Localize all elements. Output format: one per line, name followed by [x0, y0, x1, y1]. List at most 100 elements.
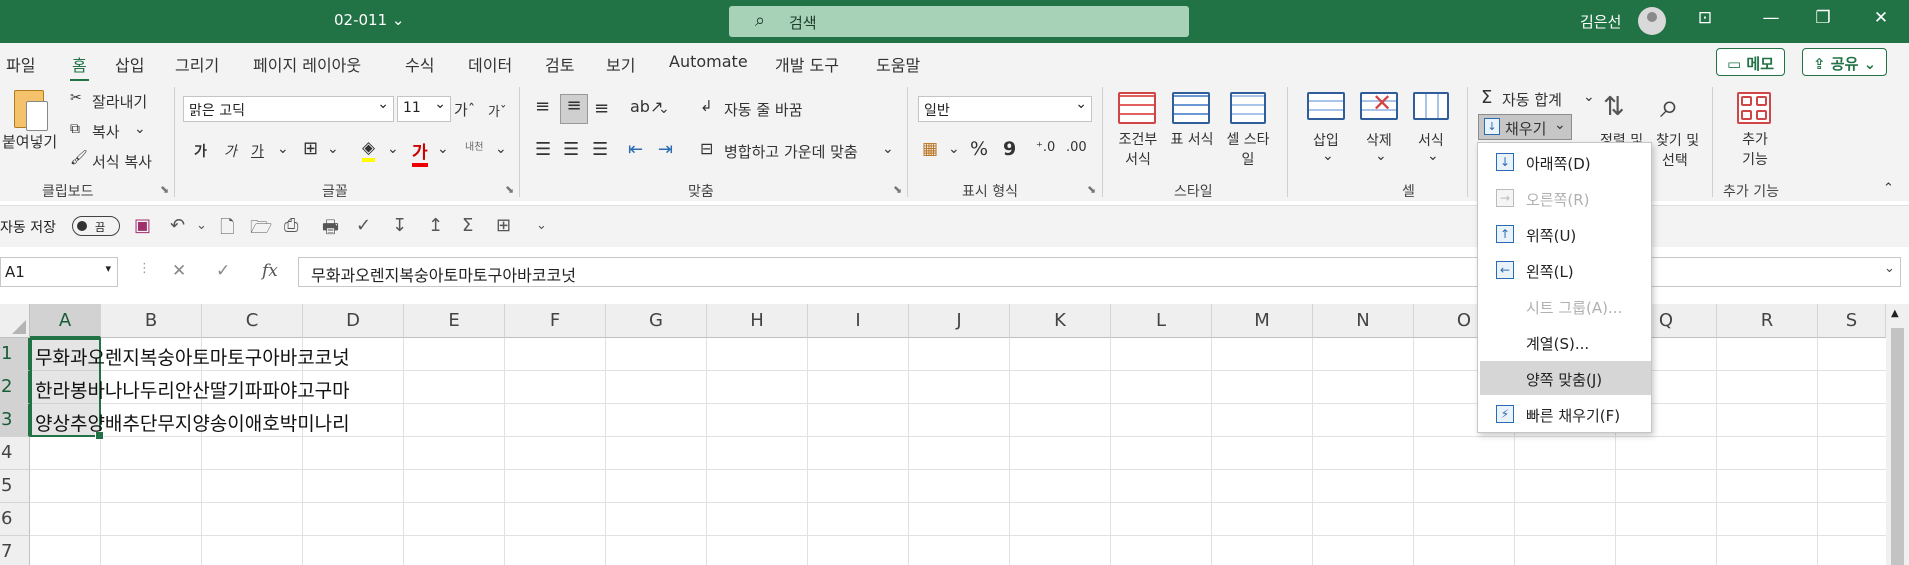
increase-decimal-icon[interactable]: ⁺.0 — [1036, 140, 1055, 155]
phonetic-button[interactable]: 내천 — [465, 138, 483, 153]
column-header-i[interactable]: I — [808, 304, 909, 338]
tab-home[interactable]: 홈 — [70, 52, 89, 82]
user-name[interactable]: 김은선 — [1580, 11, 1621, 32]
copy-icon[interactable]: ⧉ — [70, 121, 80, 137]
chevron-down-icon[interactable]: ⌄ — [1427, 148, 1439, 164]
bold-button[interactable]: 가 — [194, 141, 207, 161]
tab-insert[interactable]: 삽입 — [115, 52, 144, 76]
chevron-down-icon[interactable]: ⌄ — [948, 141, 960, 157]
enter-icon[interactable]: ✓ — [216, 261, 230, 281]
border-icon[interactable]: ⊞ — [303, 138, 318, 159]
align-top-icon[interactable]: ≡ — [535, 96, 550, 117]
percent-button[interactable]: % — [970, 138, 988, 160]
decrease-indent-icon[interactable]: ⇤ — [628, 139, 643, 160]
column-header-g[interactable]: G — [606, 304, 707, 338]
increase-font-icon[interactable]: 가ˆ — [454, 99, 475, 120]
name-box[interactable]: A1 ▾ — [0, 257, 118, 287]
format-painter-button[interactable]: 서식 복사 — [92, 151, 152, 172]
sort-descending-icon[interactable]: ↥ — [428, 215, 443, 236]
column-header-e[interactable]: E — [404, 304, 505, 338]
insert-cells-button[interactable]: 삽입 — [1313, 130, 1339, 150]
column-header-s[interactable]: S — [1818, 304, 1886, 338]
tab-page-layout[interactable]: 페이지 레이아웃 — [253, 52, 361, 76]
cut-button[interactable]: 잘라내기 — [92, 91, 147, 112]
sort-filter-icon[interactable]: ⇅ — [1603, 92, 1625, 122]
search-box[interactable]: ⌕ 검색 — [729, 6, 1189, 37]
autosum-icon[interactable]: Σ — [1481, 87, 1492, 108]
row-header-3[interactable]: 3 — [0, 404, 30, 437]
fill-menu-item[interactable]: 양쪽 맞춤(J) — [1480, 361, 1651, 395]
accounting-format-icon[interactable]: ▦ — [922, 139, 938, 159]
font-color-button[interactable]: 가 — [412, 138, 428, 167]
row-header-1[interactable]: 1 — [0, 338, 30, 371]
chevron-down-icon[interactable]: ⌄ — [196, 218, 207, 233]
collapse-ribbon-icon[interactable]: ⌃ — [1883, 181, 1894, 196]
row-header-6[interactable]: 6 — [0, 503, 30, 536]
font-size-combo[interactable]: 11 — [397, 96, 451, 122]
comma-button[interactable]: 9 — [1003, 138, 1016, 160]
cell-a3[interactable]: 양상추양배추단무지양송이애호박미나리 — [35, 409, 350, 436]
minimize-icon[interactable]: — — [1756, 8, 1786, 28]
fill-menu-item[interactable]: ⚡ 빠른 채우기(F) — [1480, 397, 1651, 431]
tab-data[interactable]: 데이터 — [468, 52, 512, 76]
align-middle-icon[interactable]: ≡ — [560, 94, 588, 124]
sort-ascending-icon[interactable]: ↧ — [392, 215, 407, 236]
insert-cells-icon[interactable] — [1307, 92, 1345, 120]
insert-function-icon[interactable]: fx — [262, 261, 278, 281]
select-button[interactable]: 선택 — [1662, 150, 1688, 170]
tab-file[interactable]: 파일 — [6, 52, 35, 76]
undo-icon[interactable]: ↶ — [170, 215, 185, 236]
scroll-up-icon[interactable]: ▲ — [1891, 308, 1899, 319]
align-right-icon[interactable]: ☰ — [592, 139, 608, 160]
addins-button[interactable]: 추가 기능 — [1738, 130, 1772, 170]
autosum-button[interactable]: 자동 합계 — [1502, 89, 1562, 110]
tab-developer[interactable]: 개발 도구 — [775, 52, 839, 76]
column-header-l[interactable]: L — [1111, 304, 1212, 338]
row-header-4[interactable]: 4 — [0, 437, 30, 470]
column-header-k[interactable]: K — [1010, 304, 1111, 338]
open-folder-icon[interactable]: 🗁 — [250, 215, 272, 245]
chevron-down-icon[interactable]: ⌄ — [495, 141, 507, 157]
chevron-down-icon[interactable]: ⌄ — [1322, 148, 1334, 164]
wrap-text-icon[interactable]: ↲ — [700, 97, 713, 115]
fill-menu-item[interactable]: ↑ 위쪽(U) — [1480, 217, 1651, 251]
font-name-combo[interactable]: 맑은 고딕 — [183, 96, 394, 122]
tab-view[interactable]: 보기 — [606, 52, 635, 76]
cut-icon[interactable]: ✂ — [70, 90, 82, 106]
find-select-icon[interactable]: ⌕ — [1660, 86, 1679, 126]
chevron-down-icon[interactable]: ⌄ — [882, 141, 894, 157]
column-header-n[interactable]: N — [1313, 304, 1414, 338]
print-preview-icon[interactable]: ⎙ — [284, 215, 298, 236]
column-header-j[interactable]: J — [909, 304, 1010, 338]
number-format-combo[interactable]: 일반 — [918, 96, 1092, 122]
row-header-7[interactable]: 7 — [0, 536, 30, 565]
chevron-down-icon[interactable]: ⌄ — [1375, 148, 1387, 164]
autosave-toggle[interactable]: 끔 — [72, 216, 120, 236]
row-header-5[interactable]: 5 — [0, 470, 30, 503]
delete-cells-button[interactable]: 삭제 — [1366, 130, 1392, 150]
select-all-button[interactable] — [0, 304, 30, 338]
dialog-launcher-icon[interactable]: ⬊ — [1087, 183, 1096, 196]
cancel-icon[interactable]: ✕ — [172, 261, 186, 281]
ribbon-display-icon[interactable]: ⊡ — [1690, 8, 1720, 28]
format-painter-icon[interactable]: 🖌 — [70, 150, 88, 166]
table-format-icon[interactable] — [1172, 92, 1210, 124]
column-header-a[interactable]: A — [30, 304, 101, 338]
find-button[interactable]: 찾기 및 — [1656, 130, 1699, 150]
table-format-button[interactable]: 표 서식 — [1168, 130, 1216, 150]
chevron-down-icon[interactable]: ⌄ — [134, 121, 146, 137]
dialog-launcher-icon[interactable]: ⬊ — [160, 183, 169, 196]
dialog-launcher-icon[interactable]: ⬊ — [893, 183, 902, 196]
chevron-down-icon[interactable]: ⌄ — [1583, 89, 1595, 105]
restore-icon[interactable]: ❐ — [1808, 8, 1838, 28]
merge-icon[interactable]: ⊟ — [700, 139, 713, 158]
fill-button[interactable]: ↓ 채우기 ⌄ — [1478, 114, 1572, 140]
row-header-2[interactable]: 2 — [0, 371, 30, 404]
column-header-b[interactable]: B — [101, 304, 202, 338]
memo-button[interactable]: ▭ 메모 — [1716, 48, 1786, 76]
chevron-down-icon[interactable]: ⌄ — [387, 141, 399, 157]
fill-menu-item[interactable]: 계열(S)... — [1480, 325, 1651, 359]
tab-formulas[interactable]: 수식 — [405, 52, 434, 76]
cell-style-button[interactable]: 셀 스타일 — [1222, 130, 1274, 170]
dialog-launcher-icon[interactable]: ⬊ — [505, 183, 514, 196]
